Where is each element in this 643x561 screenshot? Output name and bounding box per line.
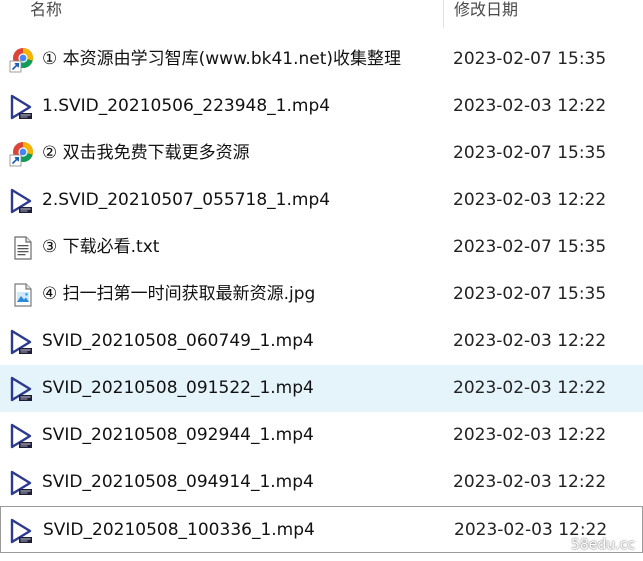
- file-row[interactable]: SVID_20210508_060749_1.mp4 2023-02-03 12:…: [0, 318, 643, 365]
- file-row[interactable]: SVID_20210508_100336_1.mp4 2023-02-03 12:…: [0, 506, 643, 553]
- file-explorer-list: 名称 修改日期 ① 本资源由学习智库(www.bk41.net)收集整理 2023…: [0, 0, 643, 561]
- file-date-modified: 2023-02-07 15:35: [453, 49, 607, 69]
- file-name: ④ 扫一扫第一时间获取最新资源.jpg: [42, 284, 316, 304]
- file-name: ③ 下载必看.txt: [42, 237, 160, 257]
- file-name: 1.SVID_20210506_223948_1.mp4: [42, 96, 331, 116]
- url-shortcut-icon: [8, 46, 36, 74]
- url-shortcut-icon: [8, 140, 36, 168]
- file-list: ① 本资源由学习智库(www.bk41.net)收集整理 2023-02-07 1…: [0, 36, 643, 553]
- video-file-icon: [8, 187, 36, 215]
- file-row[interactable]: SVID_20210508_094914_1.mp4 2023-02-03 12:…: [0, 459, 643, 506]
- file-date-modified: 2023-02-03 12:22: [453, 96, 607, 116]
- file-date-modified: 2023-02-07 15:35: [453, 237, 607, 257]
- file-name: 2.SVID_20210507_055718_1.mp4: [42, 190, 331, 210]
- file-name: SVID_20210508_094914_1.mp4: [42, 472, 314, 492]
- file-name: ② 双击我免费下载更多资源: [42, 143, 250, 163]
- file-date-modified: 2023-02-07 15:35: [453, 143, 607, 163]
- file-row[interactable]: ④ 扫一扫第一时间获取最新资源.jpg 2023-02-07 15:35: [0, 271, 643, 318]
- file-name: SVID_20210508_100336_1.mp4: [43, 520, 315, 540]
- file-date-modified: 2023-02-03 12:22: [453, 331, 607, 351]
- column-divider[interactable]: [443, 0, 444, 28]
- file-name: SVID_20210508_060749_1.mp4: [42, 331, 314, 351]
- file-row[interactable]: ③ 下载必看.txt 2023-02-07 15:35: [0, 224, 643, 271]
- video-file-icon: [8, 469, 36, 497]
- image-file-icon: [8, 281, 36, 309]
- watermark: 58edu.cc: [570, 537, 635, 553]
- file-row[interactable]: ① 本资源由学习智库(www.bk41.net)收集整理 2023-02-07 1…: [0, 36, 643, 83]
- file-row[interactable]: 2.SVID_20210507_055718_1.mp4 2023-02-03 1…: [0, 177, 643, 224]
- column-header: 名称 修改日期: [0, 0, 643, 28]
- file-row[interactable]: ② 双击我免费下载更多资源 2023-02-07 15:35: [0, 130, 643, 177]
- video-file-icon: [8, 93, 36, 121]
- file-name: SVID_20210508_092944_1.mp4: [42, 425, 314, 445]
- file-row[interactable]: SVID_20210508_091522_1.mp4 2023-02-03 12:…: [0, 365, 643, 412]
- file-row[interactable]: 1.SVID_20210506_223948_1.mp4 2023-02-03 1…: [0, 83, 643, 130]
- text-file-icon: [8, 234, 36, 262]
- file-name: SVID_20210508_091522_1.mp4: [42, 378, 314, 398]
- video-file-icon: [8, 422, 36, 450]
- column-header-date-modified[interactable]: 修改日期: [454, 0, 518, 20]
- video-file-icon: [8, 517, 36, 545]
- file-date-modified: 2023-02-03 12:22: [453, 425, 607, 445]
- file-name: ① 本资源由学习智库(www.bk41.net)收集整理: [42, 49, 402, 69]
- file-date-modified: 2023-02-07 15:35: [453, 284, 607, 304]
- file-date-modified: 2023-02-03 12:22: [453, 378, 607, 398]
- column-header-name[interactable]: 名称: [30, 0, 62, 20]
- video-file-icon: [8, 328, 36, 356]
- file-row[interactable]: SVID_20210508_092944_1.mp4 2023-02-03 12:…: [0, 412, 643, 459]
- video-file-icon: [8, 375, 36, 403]
- file-date-modified: 2023-02-03 12:22: [453, 190, 607, 210]
- file-date-modified: 2023-02-03 12:22: [453, 472, 607, 492]
